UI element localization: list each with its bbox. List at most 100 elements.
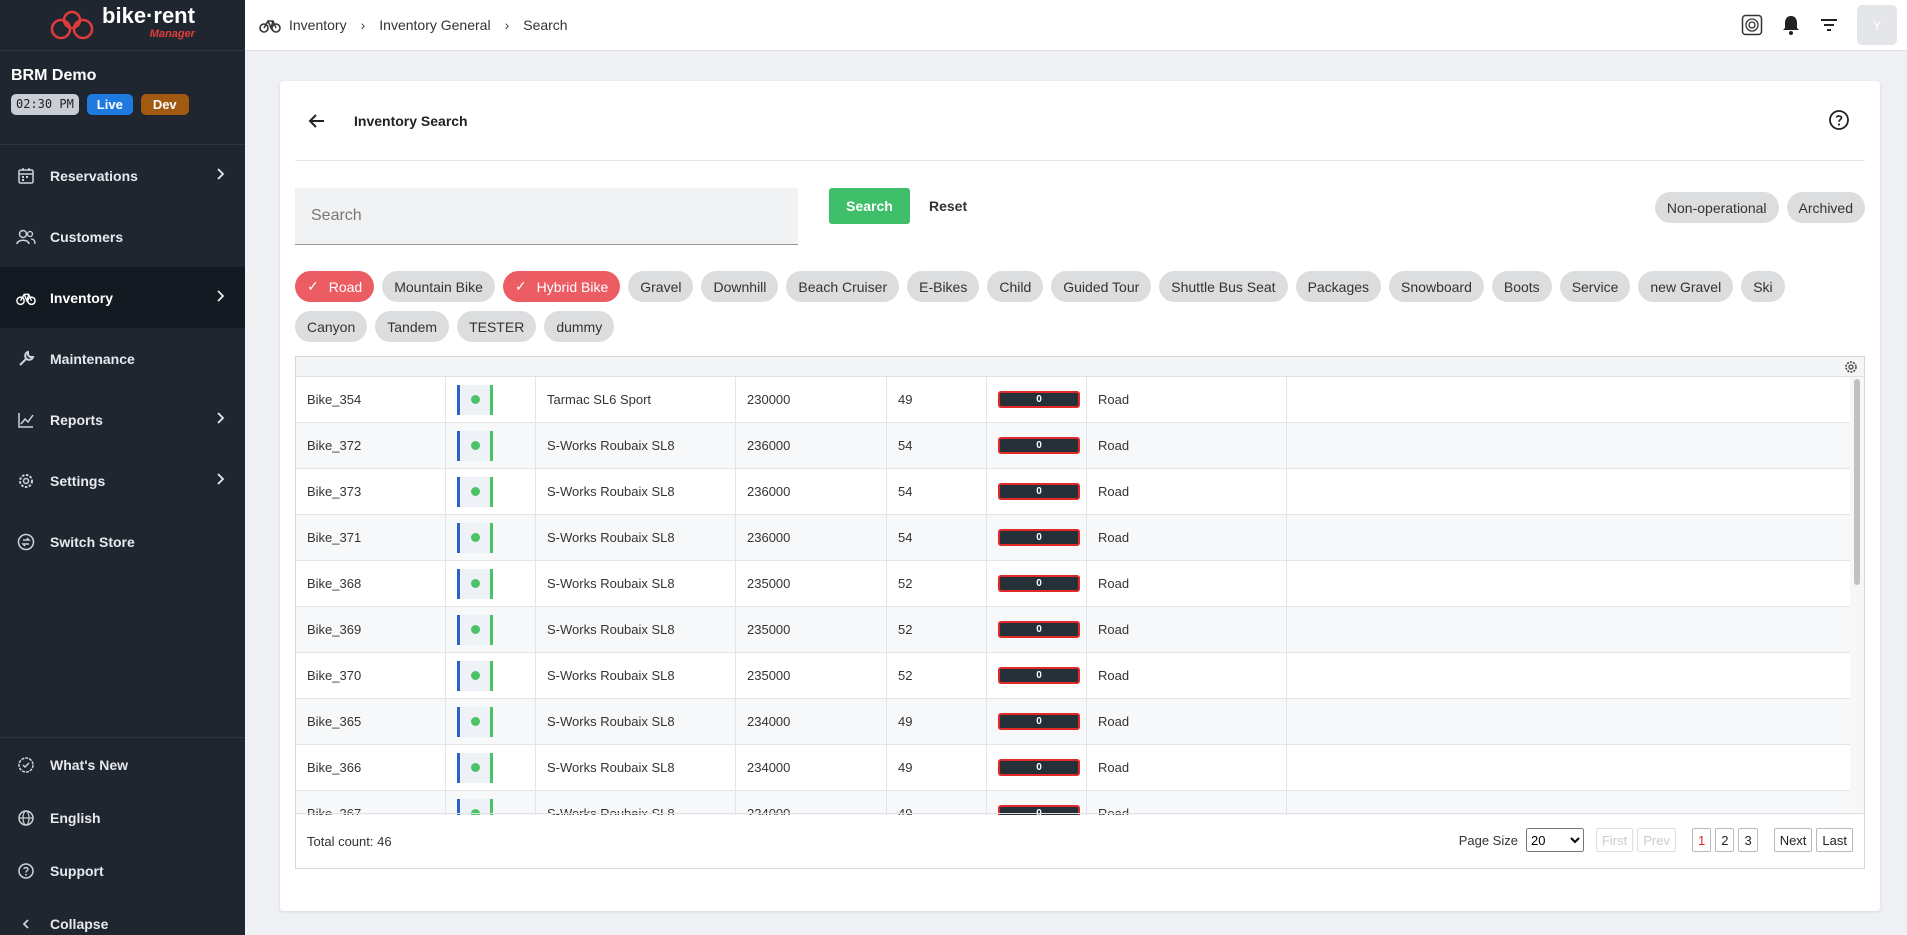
cell-size: 52 — [887, 607, 987, 652]
search-input[interactable] — [311, 207, 782, 225]
status-indicator[interactable] — [457, 522, 493, 553]
page-size-select[interactable]: 20 — [1525, 828, 1584, 852]
category-chip-boots[interactable]: Boots — [1491, 271, 1552, 302]
meter-badge: 0 — [998, 759, 1080, 776]
first-page-button[interactable]: First — [1595, 828, 1634, 852]
page-2-button[interactable]: 2 — [1715, 828, 1735, 852]
nfc-icon[interactable] — [1741, 14, 1763, 36]
help-circle-icon — [16, 861, 36, 881]
cell-status — [446, 377, 536, 422]
table-row[interactable]: Bike_367 S-Works Roubaix SL8 234000 49 0 Road — [296, 791, 1851, 815]
last-page-button[interactable]: Last — [1816, 828, 1853, 852]
avatar[interactable]: Y — [1857, 5, 1897, 45]
archived-chip[interactable]: Archived — [1786, 192, 1865, 223]
breadcrumb-inventory-general[interactable]: Inventory General — [379, 17, 490, 33]
category-chip-mountain-bike[interactable]: Mountain Bike — [382, 271, 495, 302]
total-count: Total count: 46 — [307, 833, 392, 849]
store-name: BRM Demo — [11, 67, 97, 84]
users-icon — [16, 227, 36, 247]
category-chip-canyon[interactable]: Canyon — [295, 311, 368, 342]
table-row[interactable]: Bike_354 Tarmac SL6 Sport 230000 49 0 Road — [296, 377, 1851, 423]
category-chip-shuttle-bus-seat[interactable]: Shuttle Bus Seat — [1159, 271, 1288, 302]
category-chip-downhill[interactable]: Downhill — [701, 271, 779, 302]
sidebar-item-collapse[interactable]: Collapse — [0, 897, 245, 935]
category-chip-e-bikes[interactable]: E-Bikes — [907, 271, 980, 302]
category-chip-snowboard[interactable]: Snowboard — [1389, 271, 1484, 302]
page-1-button[interactable]: 1 — [1691, 828, 1712, 852]
sidebar-item-support[interactable]: Support — [0, 844, 245, 897]
category-chip-gravel[interactable]: Gravel — [628, 271, 694, 302]
status-indicator[interactable] — [457, 476, 493, 507]
dev-badge[interactable]: Dev — [140, 94, 189, 115]
table-row[interactable]: Bike_373 S-Works Roubaix SL8 236000 54 0 Road — [296, 469, 1851, 515]
sidebar-item-inventory[interactable]: Inventory — [0, 267, 245, 328]
gear-icon[interactable] — [1843, 359, 1859, 375]
category-chip-hybrid-bike[interactable]: ✓ Hybrid Bike — [502, 271, 621, 302]
cell-size: 54 — [887, 469, 987, 514]
status-dot-icon — [470, 487, 480, 496]
category-chip-ski[interactable]: Ski — [1741, 271, 1785, 302]
cell-model: S-Works Roubaix SL8 — [536, 561, 736, 606]
sidebar-item-switch-store[interactable]: Switch Store — [0, 511, 245, 572]
cell-model: S-Works Roubaix SL8 — [536, 469, 736, 514]
status-indicator[interactable] — [457, 752, 493, 783]
sidebar-item-english[interactable]: English — [0, 791, 245, 844]
status-indicator[interactable] — [457, 384, 493, 415]
table-row[interactable]: Bike_372 S-Works Roubaix SL8 236000 54 0 Road — [296, 423, 1851, 469]
category-chip-packages[interactable]: Packages — [1295, 271, 1382, 302]
breadcrumb-inventory[interactable]: Inventory — [289, 17, 347, 33]
filter-icon[interactable] — [1819, 17, 1839, 33]
logo[interactable]: bike·rent Manager — [0, 0, 245, 51]
category-chip-child[interactable]: Child — [987, 271, 1044, 302]
cell-meter: 0 — [987, 377, 1087, 422]
category-chip-road[interactable]: ✓ Road — [295, 271, 375, 302]
sidebar-item-label: Reports — [50, 411, 103, 428]
sidebar-item-settings[interactable]: Settings — [0, 450, 245, 511]
category-chip-tandem[interactable]: Tandem — [375, 311, 450, 342]
reset-button[interactable]: Reset — [929, 188, 967, 224]
category-chip-new-gravel[interactable]: new Gravel — [1638, 271, 1734, 302]
status-indicator[interactable] — [457, 430, 493, 461]
live-badge[interactable]: Live — [86, 94, 133, 115]
category-chip-tester[interactable]: TESTER — [457, 311, 537, 342]
sidebar-item-maintenance[interactable]: Maintenance — [0, 328, 245, 389]
category-chip-beach-cruiser[interactable]: Beach Cruiser — [786, 271, 900, 302]
scrollbar-thumb[interactable] — [1854, 379, 1860, 585]
status-indicator[interactable] — [457, 568, 493, 599]
status-dot-icon — [470, 763, 480, 772]
table-scrollbar[interactable] — [1850, 377, 1864, 815]
help-icon[interactable] — [1828, 109, 1850, 131]
category-chip-dummy[interactable]: dummy — [544, 311, 615, 342]
page-3-button[interactable]: 3 — [1738, 828, 1758, 852]
table-row[interactable]: Bike_369 S-Works Roubaix SL8 235000 52 0 Road — [296, 607, 1851, 653]
chip-label: Service — [1571, 278, 1619, 295]
back-arrow-icon[interactable] — [305, 109, 329, 133]
next-page-button[interactable]: Next — [1773, 828, 1813, 852]
table-row[interactable]: Bike_366 S-Works Roubaix SL8 234000 49 0 Road — [296, 745, 1851, 791]
category-chip-guided-tour[interactable]: Guided Tour — [1051, 271, 1152, 302]
status-indicator[interactable] — [457, 706, 493, 737]
sidebar-item-customers[interactable]: Customers — [0, 206, 245, 267]
sidebar-item-reservations[interactable]: Reservations — [0, 145, 245, 206]
cell-meter: 0 — [987, 515, 1087, 560]
chip-label: dummy — [556, 318, 603, 335]
sidebar-item-label: Collapse — [50, 915, 109, 932]
category-chip-service[interactable]: Service — [1559, 271, 1631, 302]
status-indicator[interactable] — [457, 614, 493, 645]
status-indicator[interactable] — [457, 660, 493, 691]
sidebar-item-what-s-new[interactable]: What's New — [0, 738, 245, 791]
chip-label: Shuttle Bus Seat — [1171, 278, 1276, 295]
table-row[interactable]: Bike_371 S-Works Roubaix SL8 236000 54 0 Road — [296, 515, 1851, 561]
prev-page-button[interactable]: Prev — [1637, 828, 1676, 852]
search-field[interactable] — [295, 188, 798, 245]
inventory-search-card: Inventory Search Search Reset Non-operat… — [280, 81, 1880, 911]
wrench-icon — [16, 349, 36, 369]
non-operational-chip[interactable]: Non-operational — [1654, 192, 1779, 223]
chip-label: Downhill — [713, 278, 767, 295]
sidebar-item-reports[interactable]: Reports — [0, 389, 245, 450]
search-button[interactable]: Search — [829, 188, 910, 224]
table-row[interactable]: Bike_368 S-Works Roubaix SL8 235000 52 0 Road — [296, 561, 1851, 607]
table-row[interactable]: Bike_370 S-Works Roubaix SL8 235000 52 0 Road — [296, 653, 1851, 699]
table-row[interactable]: Bike_365 S-Works Roubaix SL8 234000 49 0 Road — [296, 699, 1851, 745]
bell-icon[interactable] — [1781, 14, 1801, 36]
